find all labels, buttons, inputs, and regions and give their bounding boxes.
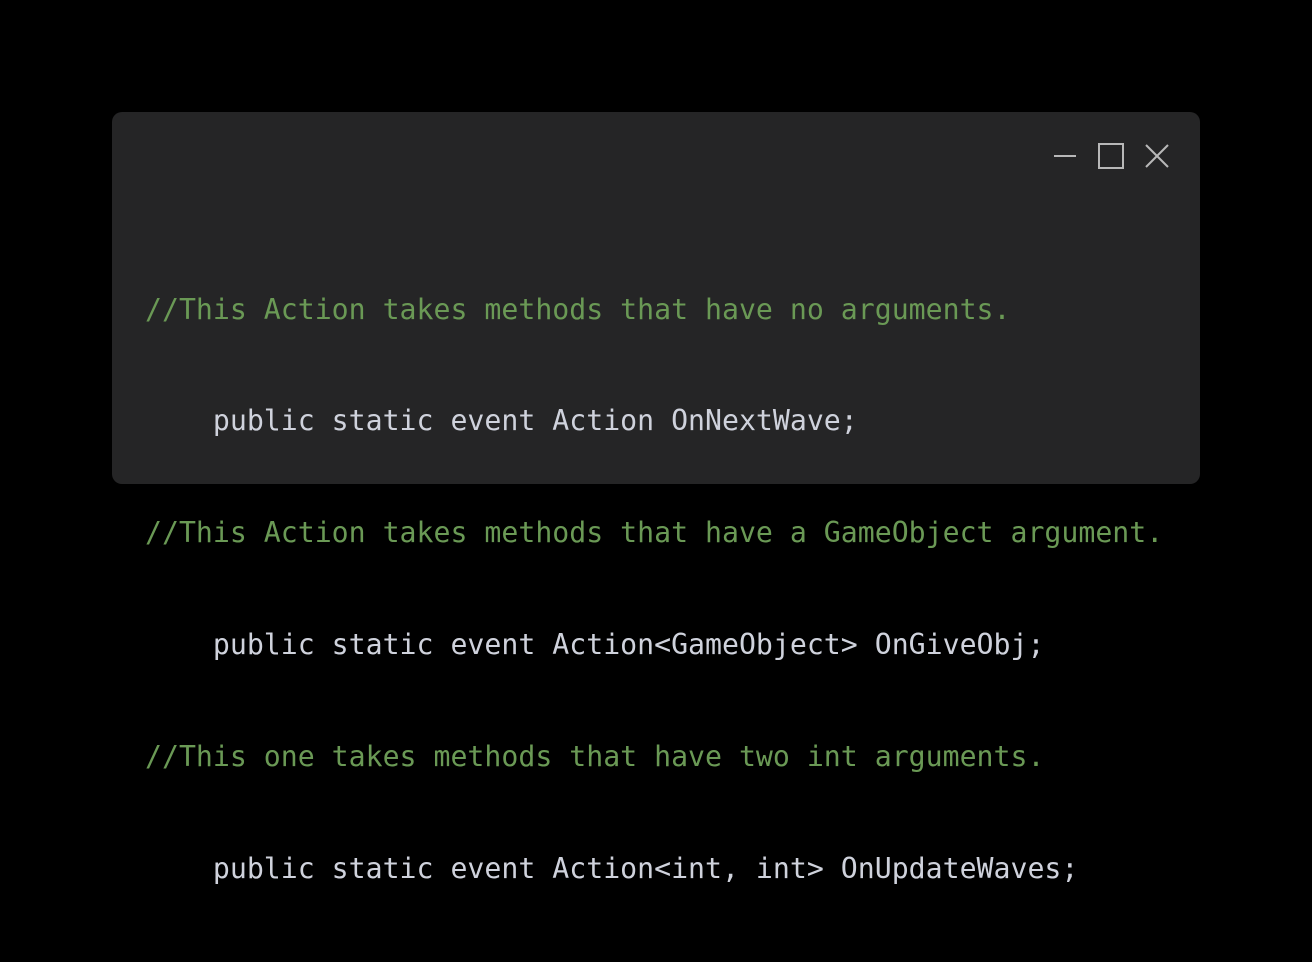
maximize-icon[interactable] — [1096, 138, 1126, 174]
code-comment-line: //This Action takes methods that have a … — [145, 516, 1164, 550]
minimize-icon[interactable] — [1050, 138, 1080, 174]
code-comment-line: //This one takes methods that have two i… — [145, 740, 1045, 774]
code-window: //This Action takes methods that have no… — [112, 112, 1200, 885]
close-icon[interactable] — [1142, 138, 1172, 174]
code-statement-line: public static event Action OnNextWave; — [145, 404, 858, 438]
code-statement-line: public static event Action<int, int> OnU… — [145, 852, 1079, 886]
code-statement-line: public static event Action<GameObject> O… — [145, 628, 1045, 662]
window-controls — [1034, 138, 1172, 174]
code-comment-line: //This Action takes methods that have no… — [145, 292, 1011, 326]
code-block: //This Action takes methods that have no… — [145, 216, 1163, 962]
